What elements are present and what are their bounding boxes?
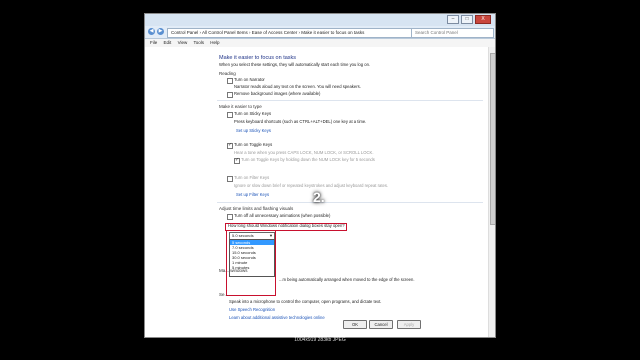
filter-keys-description: Ignore or slow down brief or repeated ke… (234, 183, 389, 188)
vertical-scrollbar[interactable] (488, 47, 495, 337)
ok-button[interactable]: OK (343, 320, 367, 329)
filter-keys-checkbox[interactable] (227, 176, 233, 182)
menu-file[interactable]: File (150, 40, 157, 45)
cancel-button[interactable]: Cancel (369, 320, 393, 329)
speech-description: Speak into a microphone to control the c… (229, 299, 382, 304)
address-bar[interactable]: Control Panel › All Control Panel Items … (167, 28, 412, 38)
speech-heading: Se... (219, 292, 229, 297)
sticky-keys-link[interactable]: Set up Sticky Keys (236, 128, 271, 133)
close-button[interactable]: X (475, 15, 491, 24)
timing-heading: Adjust time limits and flashing visuals (219, 206, 294, 211)
forward-arrow-icon[interactable]: ▶ (157, 28, 164, 35)
page-subtitle: When you select these settings, they wil… (219, 62, 371, 67)
toggle-keys-description: Hear a tone when you press CAPS LOCK, NU… (234, 150, 374, 155)
toggle-keys-hold-checkbox[interactable] (234, 157, 240, 164)
page-title: Make it easier to focus on tasks (219, 55, 297, 61)
menu-tools[interactable]: Tools (194, 40, 205, 45)
step-number-overlay: 2. (313, 189, 325, 205)
menu-edit[interactable]: Edit (164, 40, 172, 45)
scrollbar-thumb[interactable] (490, 53, 495, 225)
bg-images-checkbox[interactable] (227, 92, 233, 98)
maximize-button[interactable]: □ (461, 15, 473, 24)
control-panel-window: – □ X ◀ ▶ Control Panel › All Control Pa… (144, 13, 496, 338)
filter-keys-link[interactable]: Set up Filter Keys (236, 192, 269, 197)
typing-heading: Make it easier to type (219, 104, 262, 109)
speech-recognition-link[interactable]: Use Speech Recognition (229, 307, 275, 312)
narrator-label[interactable]: Turn on Narrator (234, 77, 265, 82)
search-input[interactable]: Search Control Panel (411, 28, 494, 38)
menu-bar: File Edit View Tools Help (145, 39, 495, 47)
divider (217, 202, 483, 203)
selected-duration: 5.0 seconds (232, 233, 254, 238)
toggle-keys-checkbox[interactable] (227, 142, 233, 149)
menu-view[interactable]: View (178, 40, 188, 45)
menu-help[interactable]: Help (210, 40, 219, 45)
apply-button[interactable]: Apply (397, 320, 421, 329)
animations-checkbox[interactable] (227, 214, 233, 220)
image-caption: 1004x919 283kb JPEG (294, 337, 346, 343)
notification-question: How long should Windows notification dia… (228, 223, 345, 228)
back-arrow-icon[interactable]: ◀ (148, 28, 155, 35)
filter-keys-label[interactable]: Turn on Filter Keys (234, 175, 269, 180)
minimize-button[interactable]: – (447, 15, 459, 24)
address-bar-row: ◀ ▶ Control Panel › All Control Panel It… (145, 26, 495, 39)
windows-description: ...m being automatically arranged when m… (279, 277, 415, 282)
divider (217, 100, 483, 101)
narrator-checkbox[interactable] (227, 78, 233, 84)
toggle-keys-hold-label[interactable]: Turn on Toggle Keys by holding down the … (241, 157, 375, 162)
sticky-keys-label[interactable]: Turn on Sticky Keys (234, 111, 271, 116)
narrator-description: Narrator reads aloud any text on the scr… (234, 84, 361, 89)
bg-images-label[interactable]: Remove background images (where availabl… (234, 91, 320, 96)
assistive-tech-link[interactable]: Learn about additional assistive technol… (229, 315, 325, 320)
windows-heading: Ma... windows (219, 268, 248, 273)
sticky-keys-checkbox[interactable] (227, 112, 233, 118)
sticky-keys-description: Press keyboard shortcuts (such as CTRL+A… (234, 119, 367, 124)
reading-heading: Reading (219, 71, 236, 76)
animations-label[interactable]: Turn off all unnecessary animations (whe… (234, 213, 330, 218)
toggle-keys-label[interactable]: Turn on Toggle Keys (234, 142, 272, 147)
title-bar: – □ X (145, 14, 495, 26)
